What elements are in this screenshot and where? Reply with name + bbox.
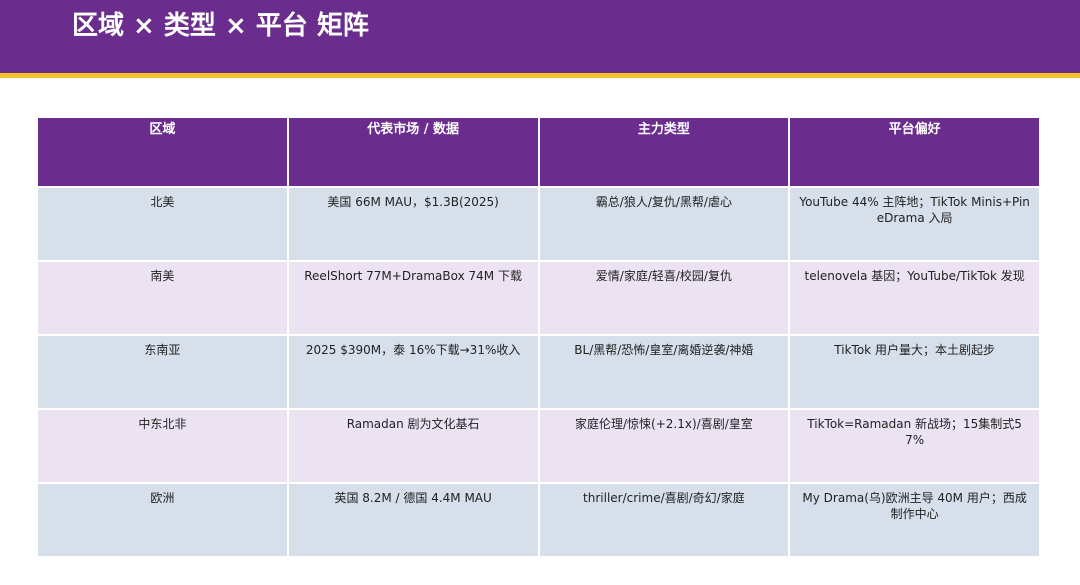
cell-platform-preference: TikTok=Ramadan 新战场；15集制式57%	[788, 408, 1041, 484]
cell-platform-preference: YouTube 44% 主阵地；TikTok Minis+PineDrama 入…	[788, 186, 1041, 262]
cell-market-data: ReelShort 77M+DramaBox 74M 下载	[286, 260, 540, 336]
column-header-main-genres: 主力类型	[537, 116, 791, 188]
cell-market-data: 2025 $390M，泰 16%下载→31%收入	[286, 334, 540, 410]
cell-region: 中东北非	[36, 408, 289, 484]
matrix-table: 区域 代表市场 / 数据 主力类型 平台偏好 北美 美国 66M MAU，$1.…	[36, 116, 1041, 558]
table-row: 欧洲 英国 8.2M / 德国 4.4M MAU thriller/crime/…	[36, 482, 1041, 558]
header-accent-stripe	[0, 73, 1080, 78]
cell-region: 南美	[36, 260, 289, 336]
column-header-market-data: 代表市场 / 数据	[286, 116, 540, 188]
matrix-table-container: 区域 代表市场 / 数据 主力类型 平台偏好 北美 美国 66M MAU，$1.…	[36, 116, 1041, 558]
cell-region: 东南亚	[36, 334, 289, 410]
cell-main-genres: 家庭伦理/惊悚(+2.1x)/喜剧/皇室	[537, 408, 791, 484]
table-row: 南美 ReelShort 77M+DramaBox 74M 下载 爱情/家庭/轻…	[36, 260, 1041, 336]
cell-platform-preference: My Drama(乌)欧洲主导 40M 用户；西成制作中心	[788, 482, 1041, 558]
cell-main-genres: 爱情/家庭/轻喜/校园/复仇	[537, 260, 791, 336]
cell-platform-preference: TikTok 用户量大；本土剧起步	[788, 334, 1041, 410]
cell-region: 北美	[36, 186, 289, 262]
column-header-platform-preference: 平台偏好	[788, 116, 1041, 188]
table-header-row: 区域 代表市场 / 数据 主力类型 平台偏好	[36, 116, 1041, 188]
cell-market-data: Ramadan 剧为文化基石	[286, 408, 540, 484]
cell-region: 欧洲	[36, 482, 289, 558]
cell-platform-preference: telenovela 基因；YouTube/TikTok 发现	[788, 260, 1041, 336]
cell-market-data: 美国 66M MAU，$1.3B(2025)	[286, 186, 540, 262]
slide-title: 区域 × 类型 × 平台 矩阵	[72, 11, 369, 41]
cell-main-genres: thriller/crime/喜剧/奇幻/家庭	[537, 482, 791, 558]
table-row: 中东北非 Ramadan 剧为文化基石 家庭伦理/惊悚(+2.1x)/喜剧/皇室…	[36, 408, 1041, 484]
cell-market-data: 英国 8.2M / 德国 4.4M MAU	[286, 482, 540, 558]
cell-main-genres: 霸总/狼人/复仇/黑帮/虐心	[537, 186, 791, 262]
cell-main-genres: BL/黑帮/恐怖/皇室/离婚逆袭/神婚	[537, 334, 791, 410]
column-header-region: 区域	[36, 116, 289, 188]
table-row: 东南亚 2025 $390M，泰 16%下载→31%收入 BL/黑帮/恐怖/皇室…	[36, 334, 1041, 410]
table-row: 北美 美国 66M MAU，$1.3B(2025) 霸总/狼人/复仇/黑帮/虐心…	[36, 186, 1041, 262]
